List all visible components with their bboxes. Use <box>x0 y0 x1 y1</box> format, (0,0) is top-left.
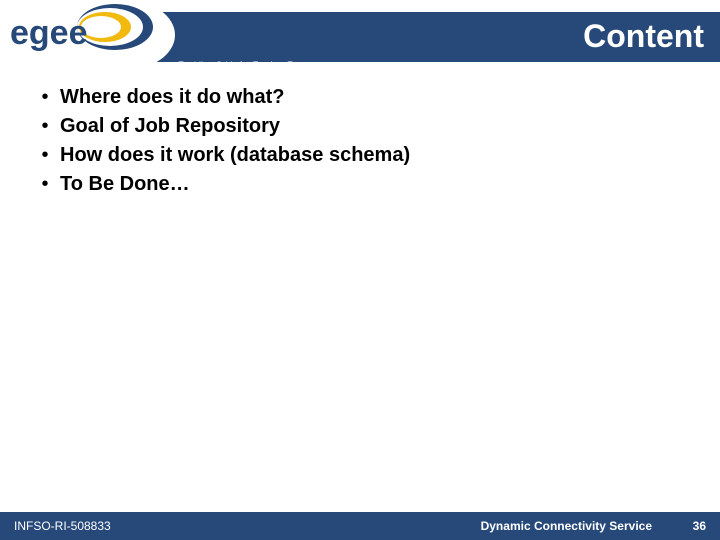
logo-text: egee <box>10 14 88 52</box>
bullet-icon: • <box>30 145 60 165</box>
bullet-icon: • <box>30 87 60 107</box>
list-item: • How does it work (database schema) <box>30 144 690 167</box>
footer-id: INFSO-RI-508833 <box>14 519 111 533</box>
list-item: • Goal of Job Repository <box>30 115 690 138</box>
bullet-icon: • <box>30 116 60 136</box>
bullet-text: Goal of Job Repository <box>60 115 280 138</box>
bullet-list: • Where does it do what? • Goal of Job R… <box>30 86 690 196</box>
header-tagline: Enabling Grids for E-sciencE <box>178 60 293 70</box>
bullet-text: Where does it do what? <box>60 86 284 109</box>
page-number: 36 <box>693 519 706 533</box>
slide-title: Content <box>583 18 704 55</box>
bullet-text: To Be Done… <box>60 173 190 196</box>
content-area: • Where does it do what? • Goal of Job R… <box>30 86 690 202</box>
footer-service: Dynamic Connectivity Service <box>481 519 652 533</box>
footer: INFSO-RI-508833 Dynamic Connectivity Ser… <box>0 512 720 540</box>
slide: Content Enabling Grids for E-sciencE ege… <box>0 0 720 540</box>
logo: egee <box>0 0 175 70</box>
bullet-icon: • <box>30 174 60 194</box>
list-item: • Where does it do what? <box>30 86 690 109</box>
list-item: • To Be Done… <box>30 173 690 196</box>
bullet-text: How does it work (database schema) <box>60 144 410 167</box>
egee-logo-icon: egee <box>10 4 160 64</box>
